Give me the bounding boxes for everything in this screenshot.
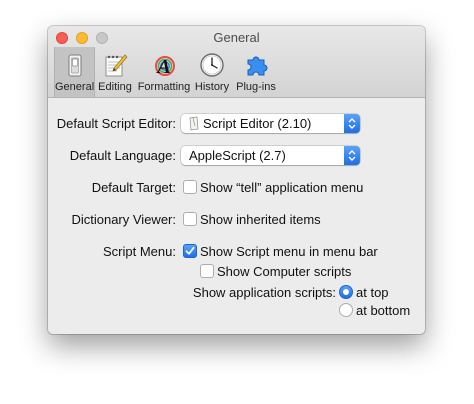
checkmark-icon: [185, 246, 195, 255]
popup-arrows: [344, 114, 360, 133]
tab-formatting[interactable]: A Formatting: [136, 47, 192, 97]
popup-arrows: [344, 146, 360, 165]
plugins-puzzle-icon: [247, 56, 268, 76]
app-scripts-at-top-radio[interactable]: [339, 285, 353, 299]
tab-history[interactable]: History: [193, 47, 231, 97]
tab-plug-ins[interactable]: Plug-ins: [232, 47, 280, 97]
show-inherited-items-option[interactable]: Show inherited items: [200, 212, 321, 227]
history-clock-icon: [200, 53, 224, 77]
show-tell-menu-option[interactable]: Show “tell” application menu: [200, 180, 363, 195]
show-inherited-items-checkbox[interactable]: [183, 212, 197, 226]
tab-label: General: [55, 81, 95, 93]
tab-label: Formatting: [137, 81, 191, 93]
popup-value: AppleScript (2.7): [189, 148, 286, 163]
app-scripts-at-bottom-option[interactable]: at bottom: [356, 303, 410, 318]
app-scripts-at-top-option[interactable]: at top: [356, 285, 389, 300]
chevron-updown-icon: [348, 150, 356, 161]
default-target-label: Default Target:: [91, 180, 176, 195]
default-script-editor-popup[interactable]: Script Editor (2.10): [181, 114, 360, 133]
default-script-editor-label: Default Script Editor:: [56, 116, 176, 131]
chevron-updown-icon: [348, 118, 356, 129]
editing-notepad-icon: [105, 54, 128, 77]
show-computer-scripts-checkbox[interactable]: [200, 264, 214, 278]
toolbar: General General Editing A Formatting His…: [48, 26, 425, 98]
show-script-menu-checkbox[interactable]: [183, 244, 197, 258]
popup-value: Script Editor (2.10): [203, 116, 312, 131]
app-scripts-at-bottom-radio[interactable]: [339, 303, 353, 317]
tab-label: Plug-ins: [236, 81, 276, 93]
default-language-popup[interactable]: AppleScript (2.7): [181, 146, 360, 165]
window-title: General: [213, 30, 260, 45]
show-application-scripts-label: Show application scripts:: [192, 285, 336, 300]
svg-text:A: A: [155, 56, 170, 78]
formatting-letter-icon: A: [155, 56, 175, 78]
default-language-label: Default Language:: [69, 148, 176, 163]
dictionary-viewer-label: Dictionary Viewer:: [71, 212, 176, 227]
tab-label: History: [194, 81, 230, 93]
tab-general[interactable]: General: [54, 47, 95, 97]
script-menu-label: Script Menu:: [103, 244, 176, 259]
tab-editing[interactable]: Editing: [96, 47, 134, 97]
preferences-window: General General Editing A Formatting His…: [48, 26, 425, 334]
general-switch-icon: [68, 54, 81, 77]
tab-label: Editing: [98, 81, 132, 93]
show-tell-menu-checkbox[interactable]: [183, 180, 197, 194]
script-editor-app-icon: [189, 116, 199, 131]
show-script-menu-option[interactable]: Show Script menu in menu bar: [200, 244, 378, 259]
show-computer-scripts-option[interactable]: Show Computer scripts: [217, 264, 351, 279]
